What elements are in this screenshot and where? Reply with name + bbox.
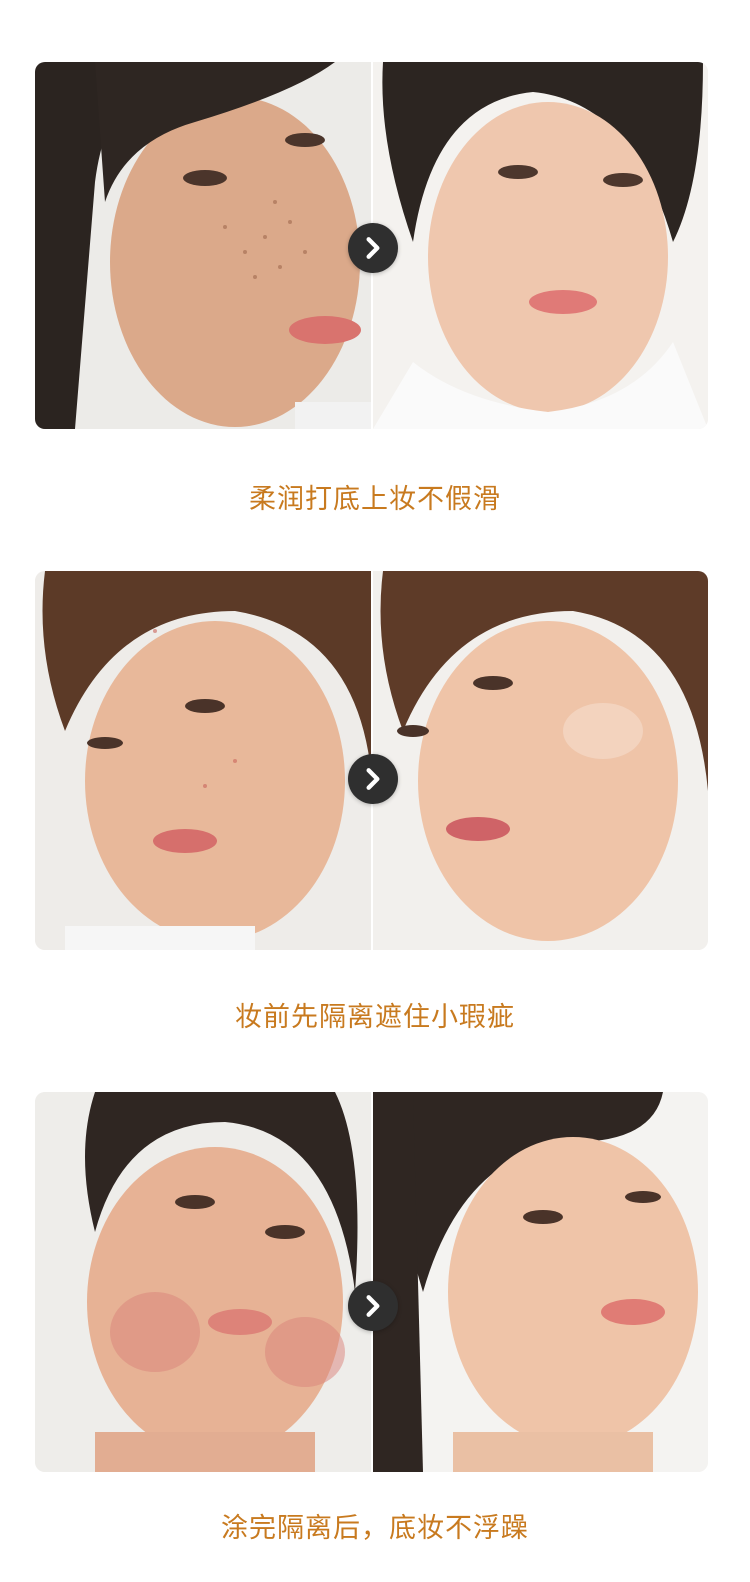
caption-1: 柔润打底上妆不假滑: [249, 484, 501, 515]
after-photo: [373, 62, 708, 429]
comparison-arrow: [348, 1281, 398, 1331]
comparison-panel-2: [35, 571, 708, 950]
comparison-panel-1: [35, 62, 708, 429]
caption-3: 涂完隔离后，底妆不浮躁: [221, 1513, 529, 1544]
caption-2: 妆前先隔离遮住小瑕疵: [235, 1002, 515, 1033]
chevron-right-icon: [366, 237, 380, 259]
chevron-right-icon: [366, 768, 380, 790]
chevron-right-icon: [366, 1295, 380, 1317]
before-photo: [35, 62, 371, 429]
comparison-panel-3: [35, 1092, 708, 1472]
before-photo: [35, 571, 371, 950]
after-photo: [373, 571, 708, 950]
comparison-arrow: [348, 223, 398, 273]
before-photo: [35, 1092, 371, 1472]
comparison-arrow: [348, 754, 398, 804]
after-photo: [373, 1092, 708, 1472]
